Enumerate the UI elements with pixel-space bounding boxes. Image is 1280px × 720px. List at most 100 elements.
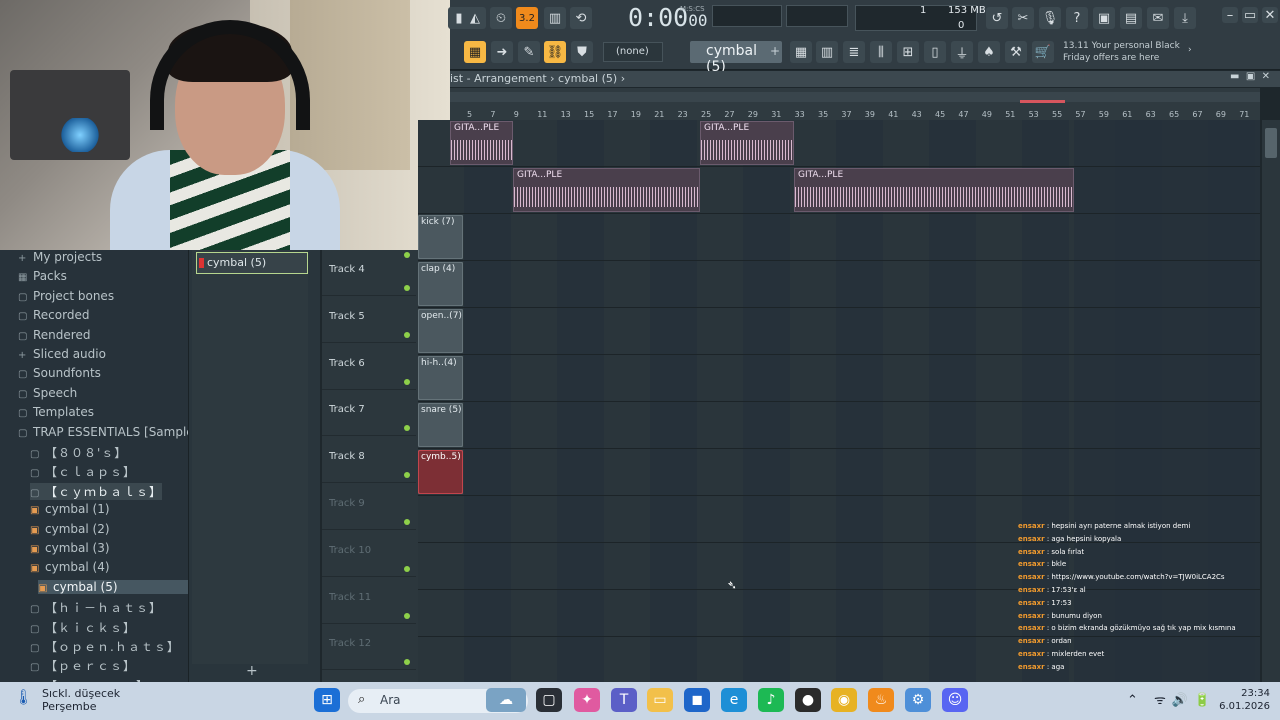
pattern-clip[interactable]: kick (7)	[418, 215, 463, 259]
track-header[interactable]: Track 10	[322, 531, 416, 577]
windows-start-icon[interactable]: ⊞	[314, 688, 340, 712]
pattern-clip[interactable]: clap (4)	[418, 262, 463, 306]
edge-icon[interactable]: e	[721, 688, 747, 712]
track-enable-led[interactable]	[404, 285, 410, 291]
copilot-icon[interactable]: ✦	[574, 688, 600, 712]
close-icon[interactable]: ✕	[1262, 7, 1278, 23]
add-pattern-button[interactable]: +	[770, 44, 780, 58]
audio-clip[interactable]: GITA...PLE	[700, 121, 794, 165]
wait-icon[interactable]: ⏲	[490, 7, 512, 29]
pattern-picker-item[interactable]: cymbal (5)	[196, 252, 308, 274]
chat-icon[interactable]: ✉	[1147, 7, 1169, 29]
track-header[interactable]: Track 8	[322, 437, 416, 484]
taskbar-clock[interactable]: 23:34 6.01.2026	[1218, 687, 1270, 713]
browser-item[interactable]: ▢ Recorded	[18, 308, 89, 322]
task-view-icon[interactable]: ▢	[536, 688, 562, 712]
minimize-icon[interactable]: –	[1222, 7, 1238, 23]
tool-icon[interactable]: ⚒	[1005, 41, 1027, 63]
store-icon[interactable]: ◼	[684, 688, 710, 712]
track-header[interactable]: Track 5	[322, 297, 416, 343]
cart-icon[interactable]: 🛒	[1032, 41, 1054, 63]
browser-item[interactable]: ▣ cymbal (1)	[30, 502, 110, 516]
track-enable-led[interactable]	[404, 612, 410, 619]
link-icon[interactable]: ⛓	[544, 41, 566, 63]
selected-pattern-clip[interactable]: cymb..5)	[418, 450, 463, 494]
discord-icon[interactable]: ☺	[942, 688, 968, 712]
browser-item[interactable]: ▢ Rendered	[18, 328, 90, 342]
track-enable-led[interactable]	[404, 425, 410, 432]
track-header[interactable]: Track 7	[322, 390, 416, 437]
browser-item[interactable]: + Sliced audio	[18, 347, 106, 361]
stamp-icon[interactable]: ⛊	[571, 41, 593, 63]
browser-item[interactable]: ▢ 【ｃｌａｐｓ】	[30, 463, 136, 480]
browser-item[interactable]: ▢ Templates	[18, 405, 94, 419]
track-enable-led[interactable]	[404, 378, 410, 385]
weather-widget[interactable]: 🌡 Sıckl. düşecek Perşembe	[14, 687, 134, 713]
track-header[interactable]: Track 12	[322, 624, 416, 671]
spotify-icon[interactable]: ♪	[758, 688, 784, 712]
help-icon[interactable]: ?	[1066, 7, 1088, 29]
settings-app-icon[interactable]: ⚙	[905, 688, 931, 712]
track-enable-led[interactable]	[404, 659, 410, 666]
download-icon[interactable]: ⤓	[1174, 7, 1196, 29]
browser-item[interactable]: ▢ 【ｃｙｍｂａｌｓ】	[30, 482, 163, 500]
track-enable-led[interactable]	[404, 472, 410, 479]
save-icon[interactable]: ▣	[1093, 7, 1115, 29]
browser-item[interactable]: ▢ 【ｋｉｃｋｓ】	[30, 619, 136, 636]
browser-item[interactable]: ▢ 【ｐｅｒｃｓ】	[30, 657, 136, 674]
fl-studio-icon[interactable]: ♨	[868, 688, 894, 712]
track-enable-led[interactable]	[404, 331, 410, 338]
add-pattern-plus[interactable]: +	[246, 663, 258, 679]
pattern-clip[interactable]: open..(7)	[418, 309, 463, 353]
project-icon[interactable]: ▯	[924, 41, 946, 63]
track-header[interactable]: Track 9	[322, 484, 416, 530]
metronome-icon[interactable]: ◭	[464, 7, 486, 29]
system-tray[interactable]: ⌃ ᯤ🔊🔋	[1127, 690, 1216, 708]
cut-icon[interactable]: ✂	[1012, 7, 1034, 29]
restore-icon[interactable]: ▭	[1242, 7, 1258, 23]
plug-icon[interactable]: ⏚	[951, 41, 973, 63]
search-highlight-icon[interactable]: ☁	[486, 688, 526, 712]
browser-item[interactable]: + My projects	[18, 250, 102, 264]
playlist-minimize-icon[interactable]: ▬	[1230, 71, 1239, 82]
step-edit-icon[interactable]: ▥	[544, 7, 566, 29]
promo-banner[interactable]: 13.11 Your personal Black Friday offers …	[1063, 40, 1180, 64]
pencil-icon[interactable]: ✎	[518, 41, 540, 63]
browser-item[interactable]: ▢ Speech	[18, 386, 77, 400]
mic-icon[interactable]: 🎙	[1039, 7, 1061, 29]
plugin-icon[interactable]: ▤	[1120, 7, 1142, 29]
browser-item[interactable]: ▢ 【ｏｐｅｎ.ｈａｔｓ】	[30, 638, 180, 655]
piano-roll-icon[interactable]: ▥	[816, 41, 838, 63]
tree-icon[interactable]: ⊞	[897, 41, 919, 63]
chrome-icon[interactable]: ◉	[831, 688, 857, 712]
tempo-badge[interactable]: 3.2	[516, 7, 538, 29]
pattern-clip[interactable]: snare (5)	[418, 403, 463, 447]
promo-arrow-icon[interactable]: ›	[1188, 45, 1192, 55]
pattern-name[interactable]: cymbal (5)	[690, 41, 782, 75]
browser-item[interactable]: ▢ Project bones	[18, 289, 114, 303]
sampler-icon[interactable]: ♠	[978, 41, 1000, 63]
browser-item[interactable]: ▢ 【８０８'ｓ】	[30, 444, 127, 461]
browser-item[interactable]: ▣ cymbal (5)	[38, 579, 188, 594]
mixer-icon[interactable]: ⫼	[870, 41, 892, 63]
channel-rack-icon[interactable]: ▦	[790, 41, 812, 63]
playlist-close-icon[interactable]: ✕	[1262, 71, 1270, 82]
undo-icon[interactable]: ↺	[986, 7, 1008, 29]
horizontal-scrollbar[interactable]	[450, 92, 1260, 102]
timeline-ruler[interactable]: 5 7 9 11 13 15 17 19 21 23 25 27 29 31 33 35 37 39 41 43 45 4…	[450, 88, 1260, 120]
track-header[interactable]: Track 11	[322, 578, 416, 624]
browser-item[interactable]: ▣ cymbal (4)	[30, 560, 110, 574]
audio-clip[interactable]: GITA...PLE	[794, 168, 1074, 212]
browser-item[interactable]: ▦ Packs	[18, 269, 67, 283]
file-explorer-icon[interactable]: ▭	[647, 688, 673, 712]
teams-icon[interactable]: T	[611, 688, 637, 712]
browser-item[interactable]: ▢ Soundfonts	[18, 366, 101, 380]
track-enable-led[interactable]	[404, 252, 410, 258]
audio-clip[interactable]: GITA...PLE	[450, 121, 513, 165]
browser-item[interactable]: ▣ cymbal (2)	[30, 522, 110, 536]
track-enable-led[interactable]	[404, 519, 410, 525]
github-icon[interactable]: ●	[795, 688, 821, 712]
pattern-clip[interactable]: hi-h..(4)	[418, 356, 463, 400]
browser-icon[interactable]: ≣	[843, 41, 865, 63]
browser-item[interactable]: ▣ cymbal (3)	[30, 541, 110, 555]
